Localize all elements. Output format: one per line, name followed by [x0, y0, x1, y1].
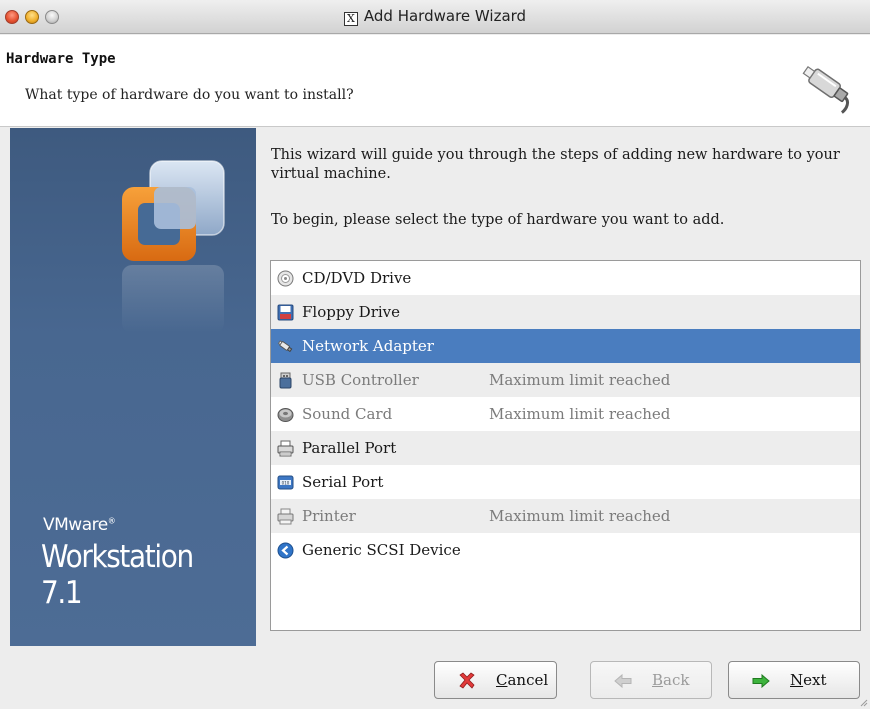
item-label: Generic SCSI Device: [302, 541, 461, 559]
item-note: Maximum limit reached: [489, 507, 671, 525]
list-item-usb-controller[interactable]: USB Controller Maximum limit reached: [271, 363, 860, 397]
parallel-port-icon: [277, 440, 294, 457]
back-mnemonic: B: [652, 671, 664, 689]
window-title: Add Hardware Wizard: [363, 7, 527, 25]
brand-vmware: VMware®: [43, 515, 116, 535]
cancel-button[interactable]: Cancel: [434, 661, 557, 699]
back-arrow-icon: [614, 673, 632, 689]
list-item-parallel-port[interactable]: Parallel Port: [271, 431, 860, 465]
floppy-icon: [277, 304, 294, 321]
cd-icon: [277, 270, 294, 287]
brand-vmware-text: VMware: [43, 515, 108, 535]
cancel-mnemonic: C: [496, 671, 508, 689]
serial-port-icon: 010: [277, 475, 294, 490]
next-button[interactable]: Next: [728, 661, 860, 699]
list-item-serial-port[interactable]: 010 Serial Port: [271, 465, 860, 499]
title-bar: X Add Hardware Wizard: [0, 0, 870, 34]
vmware-banner: VMware® Workstation 7.1: [10, 128, 256, 646]
window-title-wrap: X Add Hardware Wizard: [0, 7, 870, 26]
next-mnemonic: N: [790, 671, 804, 689]
intro-text: This wizard will guide you through the s…: [271, 147, 840, 182]
item-label: USB Controller: [302, 371, 419, 389]
cancel-label-rest: ancel: [507, 671, 549, 689]
printer-icon: [277, 508, 294, 525]
network-adapter-icon: [802, 65, 850, 114]
page-title: Hardware Type: [6, 51, 116, 67]
hardware-type-list[interactable]: CD/DVD Drive Floppy Drive Network Adapte…: [270, 260, 861, 631]
cancel-x-icon: [459, 672, 475, 689]
network-icon: [277, 340, 293, 353]
next-label: Next: [790, 671, 827, 689]
item-label: Sound Card: [302, 405, 393, 423]
list-item-network-adapter[interactable]: Network Adapter: [271, 329, 860, 363]
speaker-icon: [277, 408, 294, 422]
instruction-text: To begin, please select the type of hard…: [271, 212, 725, 228]
item-label: Parallel Port: [302, 439, 397, 457]
list-item-floppy-drive[interactable]: Floppy Drive: [271, 295, 860, 329]
cancel-label: Cancel: [496, 671, 548, 689]
brand-product: Workstation 7.1: [41, 539, 194, 611]
vmware-logo-icon: [122, 160, 225, 333]
list-item-generic-scsi-device[interactable]: Generic SCSI Device: [271, 533, 860, 567]
next-label-rest: ext: [803, 671, 827, 689]
back-label-rest: ack: [663, 671, 690, 689]
wizard-header: Hardware Type What type of hardware do y…: [0, 35, 870, 127]
item-label: CD/DVD Drive: [302, 269, 412, 287]
list-item-sound-card[interactable]: Sound Card Maximum limit reached: [271, 397, 860, 431]
list-item-cd-dvd-drive[interactable]: CD/DVD Drive: [271, 261, 860, 295]
resize-grip-icon[interactable]: [860, 699, 868, 707]
back-label: Back: [652, 671, 689, 689]
add-hardware-wizard-window: X Add Hardware Wizard Hardware Type What …: [0, 0, 870, 709]
list-item-printer[interactable]: Printer Maximum limit reached: [271, 499, 860, 533]
scsi-icon: [277, 542, 294, 559]
item-label: Serial Port: [302, 473, 384, 491]
page-subtitle: What type of hardware do you want to ins…: [25, 87, 354, 103]
item-note: Maximum limit reached: [489, 405, 671, 423]
x11-icon: X: [343, 12, 358, 26]
next-arrow-icon: [752, 673, 770, 689]
svg-text:010: 010: [282, 480, 290, 485]
item-label: Floppy Drive: [302, 303, 401, 321]
item-note: Maximum limit reached: [489, 371, 671, 389]
back-button[interactable]: Back: [590, 661, 712, 699]
registered-mark: ®: [107, 516, 116, 526]
usb-icon: [279, 372, 292, 389]
item-label: Printer: [302, 507, 356, 525]
item-label: Network Adapter: [302, 337, 434, 355]
